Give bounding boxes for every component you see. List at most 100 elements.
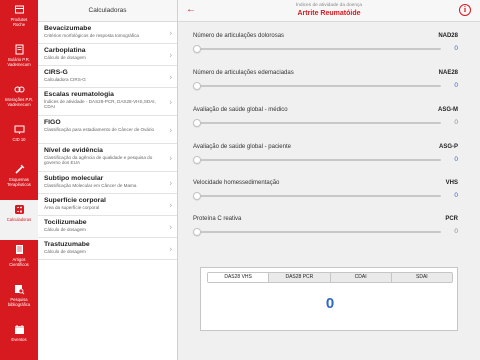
- param-asg-p: Avaliação de saúde global - paciente ASG…: [193, 144, 465, 180]
- list-item-cirs-g[interactable]: CIRS-G Calculadora CIRS-G ›: [38, 66, 177, 88]
- param-asg-m: Avaliação de saúde global - médico ASG-M…: [193, 107, 465, 143]
- nav-item-cid10[interactable]: CID 10: [0, 120, 38, 160]
- list-item-title: Carboplatina: [44, 47, 86, 54]
- list-item-figo[interactable]: FIGO Classificação para estadiamento de …: [38, 116, 177, 144]
- param-label: Velocidade homessedimentação: [193, 180, 280, 186]
- param-value: 0: [454, 119, 458, 126]
- list-item-title: FIGO: [44, 119, 61, 126]
- nav-item-eventos[interactable]: Eventos: [0, 320, 38, 360]
- chevron-right-icon: ›: [169, 72, 172, 81]
- calendar-icon: [13, 323, 25, 335]
- chevron-right-icon: ›: [169, 153, 172, 162]
- result-panel: DAS28 VHS DAS28 PCR CDAI SDAI 0: [200, 267, 458, 331]
- tab-das28-pcr[interactable]: DAS28 PCR: [269, 273, 331, 282]
- list-item-subtitle: Classificação da agência de qualidade e …: [44, 155, 153, 166]
- slider-track[interactable]: [195, 195, 441, 197]
- param-code: VHS: [445, 180, 458, 186]
- slider-track[interactable]: [195, 48, 441, 50]
- chevron-right-icon: ›: [169, 200, 172, 209]
- param-value: 0: [454, 45, 458, 52]
- nav-label: Interações P.R. Vademecum: [4, 97, 34, 107]
- list-item-title: Superfície corporal: [44, 197, 106, 204]
- list-item-title: Tocilizumabe: [44, 219, 87, 226]
- param-code: NAE28: [438, 70, 458, 76]
- top-bar: ← Índices de atividade da doença Artrite…: [178, 0, 480, 22]
- list-item-subtitle: Cálculo de dosagem: [44, 227, 86, 232]
- nav-item-pesquisa[interactable]: Pesquisa bibliográfica: [0, 280, 38, 320]
- list-item-trastuzumabe[interactable]: Trastuzumabe Cálculo de dosagem ›: [38, 238, 177, 260]
- slider-thumb[interactable]: [193, 82, 201, 90]
- list-item-subtitle: Classificação para estadiamento de Cânce…: [44, 127, 155, 132]
- list-item-nivel-evidencia[interactable]: Nível de evidência Classificação da agên…: [38, 144, 177, 172]
- list-item-title: CIRS-G: [44, 69, 68, 76]
- param-label: Número de articulações edemaciadas: [193, 70, 294, 76]
- tab-das28-vhs[interactable]: DAS28 VHS: [208, 273, 270, 282]
- list-item-escalas-reumatologia[interactable]: Escalas reumatologia Índices de atividad…: [38, 88, 177, 116]
- page-title: Artrite Reumatóide: [297, 10, 361, 17]
- list-item-subtipo-molecular[interactable]: Subtipo molecular Classificação Molecula…: [38, 172, 177, 194]
- slider-thumb[interactable]: [193, 156, 201, 164]
- param-label: Avaliação de saúde global - médico: [193, 107, 288, 113]
- list-item-title: Nível de evidência: [44, 147, 103, 154]
- chevron-right-icon: ›: [169, 178, 172, 187]
- side-navigation: Produtos Roche Bulário P.R. Vademecum In…: [0, 0, 38, 360]
- nav-item-bulario[interactable]: Bulário P.R. Vademecum: [0, 40, 38, 80]
- slider-track[interactable]: [195, 122, 441, 124]
- calculator-icon: [13, 203, 25, 215]
- list-item-subtitle: Classificação Molecular em Câncer de Mam…: [44, 183, 137, 188]
- chevron-right-icon: ›: [169, 244, 172, 253]
- list-item-bevacizumabe[interactable]: Bevacizumabe Critérios morfológicos de r…: [38, 22, 177, 44]
- param-label: Avaliação de saúde global - paciente: [193, 144, 291, 150]
- score-tabs: DAS28 VHS DAS28 PCR CDAI SDAI: [207, 272, 453, 283]
- nav-label: Esquemas Terapêuticos: [7, 177, 31, 187]
- list-item-subtitle: Calculadora CIRS-G: [44, 77, 86, 82]
- tab-sdai[interactable]: SDAI: [392, 273, 452, 282]
- interactions-icon: [13, 83, 25, 95]
- slider-thumb[interactable]: [193, 192, 201, 200]
- slider-thumb[interactable]: [193, 228, 201, 236]
- book-icon: [13, 43, 25, 55]
- nav-item-produtos-roche[interactable]: Produtos Roche: [0, 0, 38, 40]
- chevron-right-icon: ›: [169, 50, 172, 59]
- param-pcr: Proteína C reativa PCR 0: [193, 216, 465, 252]
- list-item-tocilizumabe[interactable]: Tocilizumabe Cálculo de dosagem ›: [38, 216, 177, 238]
- nav-label: Eventos: [11, 337, 27, 342]
- slider-track[interactable]: [195, 159, 441, 161]
- list-item-subtitle: Índices de atividade - DAS28-PCR, DAS28-…: [44, 99, 156, 110]
- list-item-subtitle: Critérios morfológicos de resposta tomog…: [44, 33, 139, 38]
- nav-label: Calculadoras: [6, 217, 32, 222]
- nav-item-esquemas[interactable]: Esquemas Terapêuticos: [0, 160, 38, 200]
- nav-label: Artigos Científicos: [9, 257, 29, 267]
- param-vhs: Velocidade homessedimentação VHS 0: [193, 180, 465, 216]
- param-code: ASG-M: [438, 107, 458, 113]
- list-item-carboplatina[interactable]: Carboplatina Cálculo de dosagem ›: [38, 44, 177, 66]
- param-value: 0: [454, 82, 458, 89]
- param-value: 0: [454, 156, 458, 163]
- chevron-right-icon: ›: [169, 97, 172, 106]
- list-item-title: Trastuzumabe: [44, 241, 90, 248]
- slider-thumb[interactable]: [193, 119, 201, 127]
- page-subtitle: Índices de atividade da doença: [295, 3, 363, 8]
- info-icon[interactable]: i: [459, 4, 471, 16]
- nav-label: Pesquisa bibliográfica: [7, 297, 31, 307]
- list-item-superficie-corporal[interactable]: Superfície corporal Área da superfície c…: [38, 194, 177, 216]
- list-item-title: Subtipo molecular: [44, 175, 104, 182]
- syringe-icon: [13, 163, 25, 175]
- list-item-title: Bevacizumabe: [44, 25, 92, 32]
- list-item-subtitle: Área da superfície corporal: [44, 205, 100, 210]
- calculator-list: Calculadoras Bevacizumabe Critérios morf…: [38, 0, 178, 360]
- nav-item-calculadoras[interactable]: Calculadoras: [0, 200, 38, 240]
- slider-track[interactable]: [195, 85, 441, 87]
- list-header: Calculadoras: [38, 0, 177, 22]
- param-code: PCR: [445, 216, 458, 222]
- param-value: 0: [454, 228, 458, 235]
- nav-item-interacoes[interactable]: Interações P.R. Vademecum: [0, 80, 38, 120]
- slider-track[interactable]: [195, 231, 441, 233]
- tab-cdai[interactable]: CDAI: [331, 273, 392, 282]
- slider-thumb[interactable]: [193, 45, 201, 53]
- param-code: NAD28: [438, 33, 458, 39]
- nav-item-artigos[interactable]: Artigos Científicos: [0, 240, 38, 280]
- search-book-icon: [13, 283, 25, 295]
- chevron-right-icon: ›: [169, 125, 172, 134]
- list-item-title: Escalas reumatologia: [44, 91, 114, 98]
